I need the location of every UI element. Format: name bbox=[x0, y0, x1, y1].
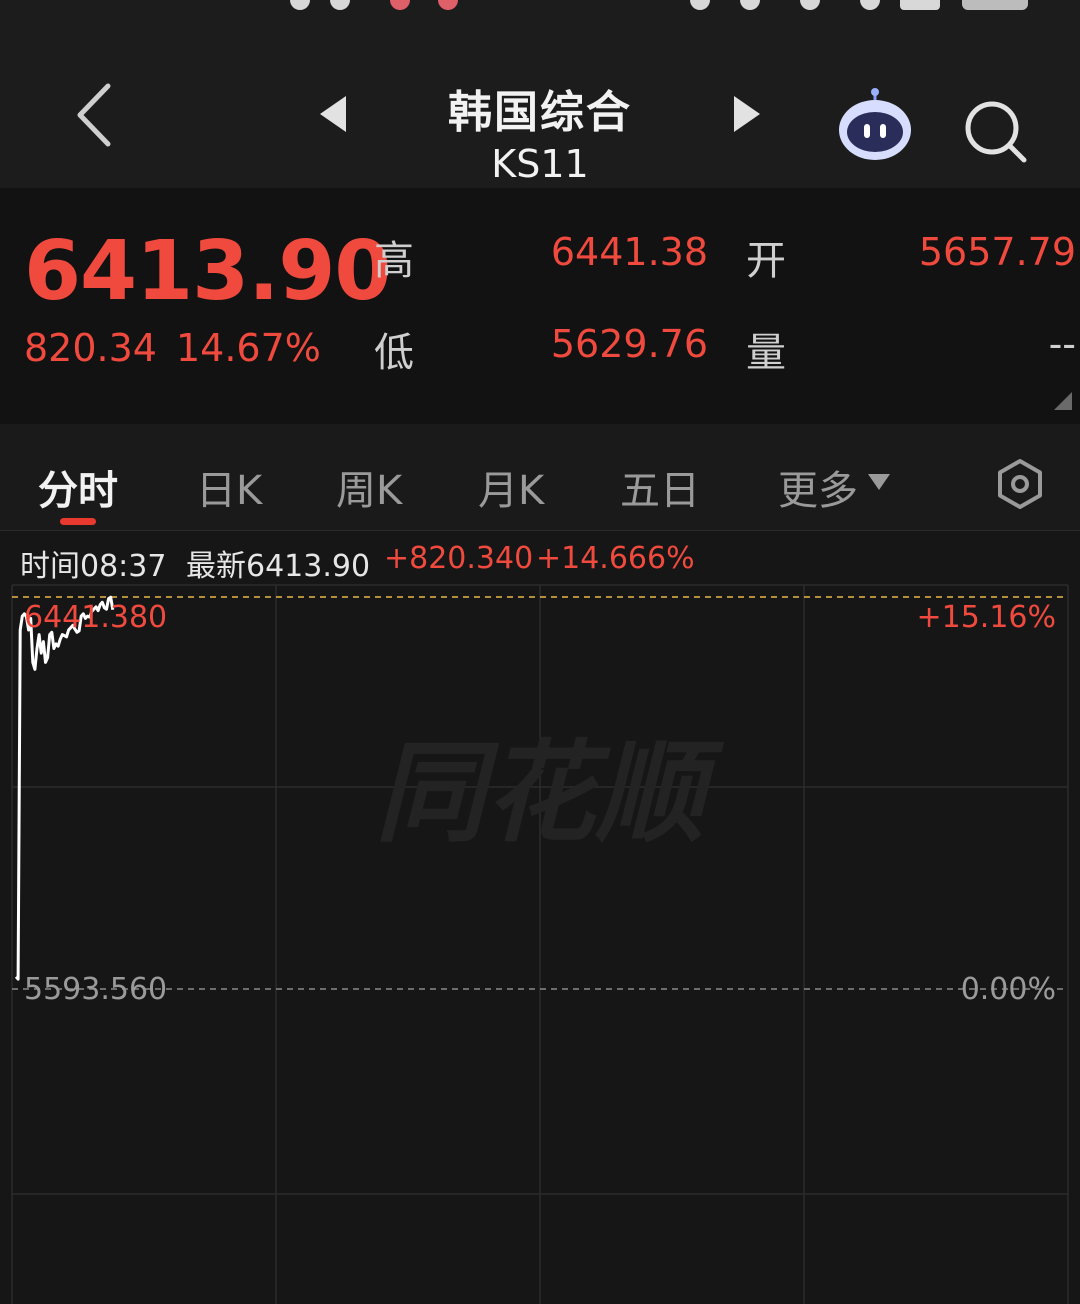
index-code: KS11 bbox=[491, 142, 589, 186]
price-change: 820.34 bbox=[24, 326, 157, 370]
battery-icon bbox=[962, 0, 1028, 10]
period-tabs: 分时 日K 周K 月K 五日 更多 bbox=[0, 424, 1080, 531]
intraday-chart[interactable]: 同花顺 6441.380 +15.16% 5593.560 0.00% 时间08… bbox=[0, 531, 1080, 1304]
tab-weekly-k[interactable]: 周K bbox=[336, 458, 402, 516]
ai-assistant-robot-icon[interactable] bbox=[834, 88, 916, 164]
status-icon bbox=[690, 0, 710, 10]
price-series bbox=[14, 595, 115, 981]
notification-icon bbox=[390, 0, 410, 10]
signal-icon bbox=[860, 0, 880, 10]
price-line bbox=[14, 595, 115, 981]
high-price-label: 6441.380 bbox=[24, 600, 167, 635]
back-arrow-icon[interactable] bbox=[70, 80, 120, 150]
base-price-label: 5593.560 bbox=[24, 972, 167, 1007]
quote-panel: 6413.90 820.34 14.67% 高 6441.38 开 5657.7… bbox=[0, 188, 1080, 424]
tab-more[interactable]: 更多 bbox=[778, 458, 858, 516]
notification-icon bbox=[438, 0, 458, 10]
expand-corner-icon[interactable] bbox=[1054, 392, 1072, 410]
price-change-percent: 14.67% bbox=[176, 326, 321, 370]
current-price: 6413.90 bbox=[24, 224, 391, 319]
info-change-percent: +14.666% bbox=[536, 541, 695, 576]
header-bar: 韩国综合 KS11 bbox=[0, 14, 1080, 188]
next-index-icon[interactable] bbox=[728, 94, 764, 134]
settings-hexagon-icon[interactable] bbox=[994, 458, 1046, 510]
info-time: 时间08:37 bbox=[20, 549, 167, 584]
low-value: 5629.76 bbox=[550, 322, 708, 366]
active-tab-indicator bbox=[60, 518, 96, 525]
watermark-logo: 同花顺 bbox=[375, 729, 725, 857]
status-glyph bbox=[290, 0, 310, 10]
chart-grid bbox=[11, 584, 1069, 1304]
info-latest-price: 最新6413.90 bbox=[186, 549, 371, 584]
search-icon[interactable] bbox=[962, 98, 1028, 164]
status-icon bbox=[740, 0, 760, 10]
high-value: 6441.38 bbox=[550, 230, 708, 274]
status-bar bbox=[0, 0, 1080, 14]
tab-intraday[interactable]: 分时 bbox=[38, 458, 118, 516]
high-percent-label: +15.16% bbox=[916, 600, 1056, 635]
signal-icon bbox=[900, 0, 940, 10]
tab-daily-k[interactable]: 日K bbox=[196, 458, 262, 516]
wifi-icon bbox=[800, 0, 820, 10]
volume-label: 量 bbox=[746, 330, 786, 376]
base-percent-label: 0.00% bbox=[961, 972, 1056, 1007]
index-name: 韩国综合 bbox=[448, 87, 632, 138]
open-value: 5657.79 bbox=[918, 230, 1076, 274]
high-label: 高 bbox=[374, 238, 414, 284]
status-glyph bbox=[330, 0, 350, 10]
info-change: +820.340 bbox=[384, 541, 534, 576]
open-label: 开 bbox=[746, 238, 786, 284]
chart-canvas: 同花顺 6441.380 +15.16% 5593.560 0.00% bbox=[11, 584, 1069, 1304]
tab-five-day[interactable]: 五日 bbox=[620, 458, 700, 516]
low-label: 低 bbox=[374, 330, 414, 376]
caret-down-icon bbox=[868, 474, 890, 490]
volume-value: -- bbox=[1048, 322, 1076, 366]
tab-monthly-k[interactable]: 月K bbox=[478, 458, 544, 516]
